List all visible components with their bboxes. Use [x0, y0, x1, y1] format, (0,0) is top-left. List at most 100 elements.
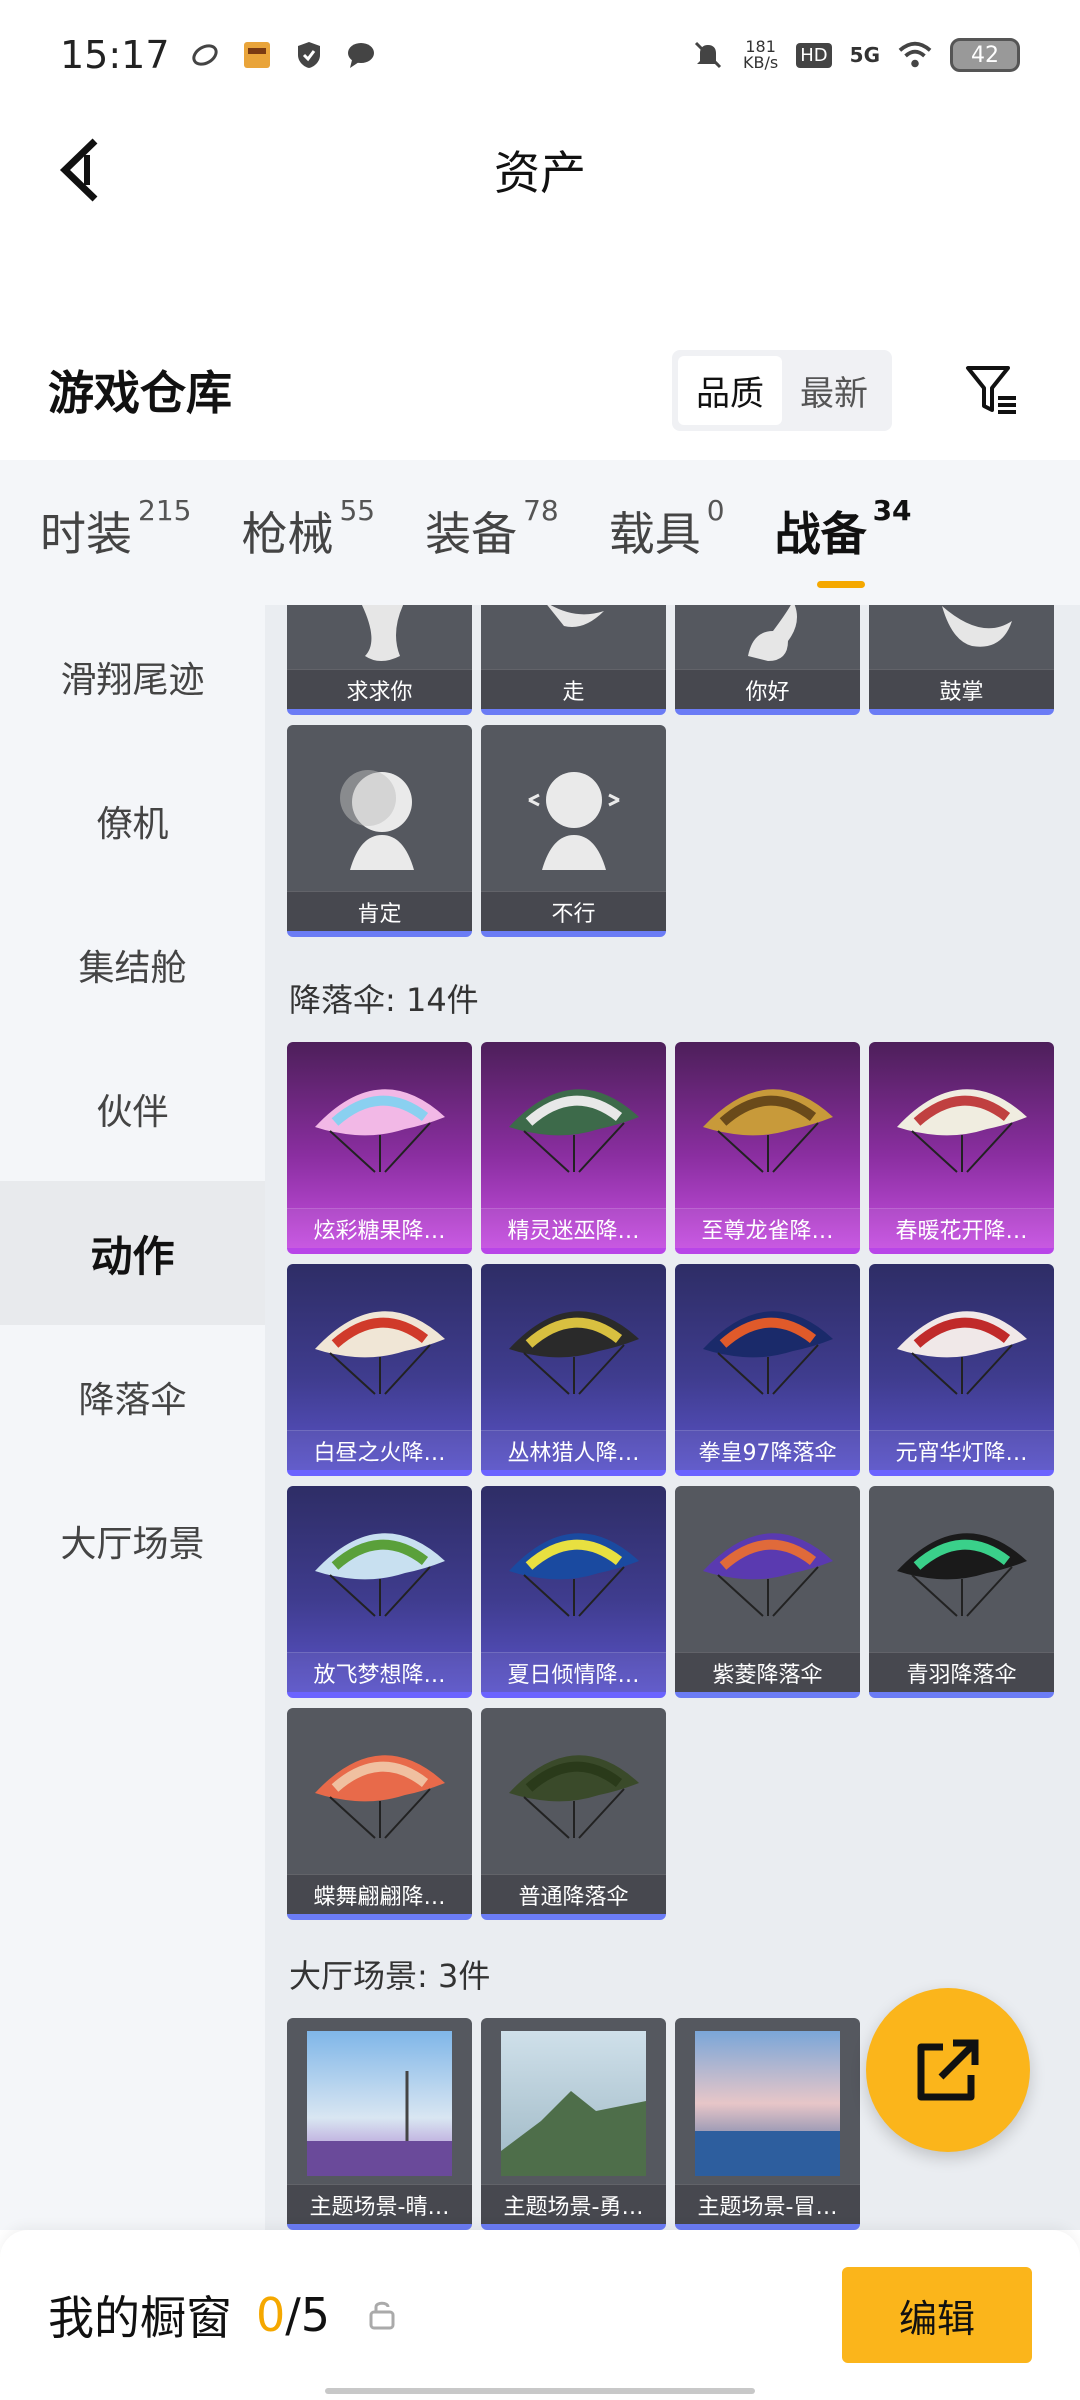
tab-weapons[interactable]: 枪械 55: [241, 494, 375, 568]
scene-thumbnail: [287, 2018, 472, 2188]
parachute-card[interactable]: 拳皇97降落伞: [675, 1264, 860, 1476]
net-speed-unit: KB/s: [743, 53, 779, 72]
emote-figure-icon: [481, 725, 666, 895]
parachute-section-title: 降落伞: 14件: [289, 981, 479, 1019]
card-label: 肯定: [287, 891, 472, 931]
emote-figure-icon: [869, 605, 1054, 674]
category-tabs: 时装 215 枪械 55 装备 78 载具 0 战备 34: [0, 460, 1080, 605]
parachute-card[interactable]: 普通降落伞: [481, 1708, 666, 1920]
status-right: 181 KB/s HD 5G 42: [691, 38, 1020, 72]
sidebar-item-emotes[interactable]: 动作: [0, 1181, 265, 1325]
tab-equipment[interactable]: 装备 78: [425, 494, 559, 568]
message-icon: [344, 38, 378, 72]
home-indicator: [325, 2388, 755, 2394]
page-header: 资产: [0, 110, 1080, 230]
card-label: 拳皇97降落伞: [675, 1430, 860, 1470]
lobby-scene-section-title: 大厅场景: 3件: [289, 1957, 491, 1995]
parachute-icon: [869, 1486, 1054, 1656]
card-label: 元宵华灯降…: [869, 1430, 1054, 1470]
back-arrow-icon: [59, 138, 98, 202]
tab-count: 34: [872, 493, 912, 527]
tab-vehicles[interactable]: 载具 0: [608, 494, 725, 568]
status-bar: 15:17 181 KB/s HD 5G 42: [0, 0, 1080, 110]
battery-indicator: 42: [950, 38, 1020, 72]
sidebar-item-assembly-pod[interactable]: 集结舱: [0, 893, 265, 1037]
sort-option-newest[interactable]: 最新: [782, 356, 886, 425]
parachute-card[interactable]: 春暖花开降…: [869, 1042, 1054, 1254]
emote-figure-icon: [287, 725, 472, 895]
emote-grid: 求求你 走 你好 鼓掌 肯定 不行: [287, 605, 1054, 937]
tab-combat-gear[interactable]: 战备 34: [775, 494, 912, 588]
tab-count: 55: [339, 493, 376, 527]
sidebar-item-companion[interactable]: 伙伴: [0, 1037, 265, 1181]
emote-card[interactable]: 求求你: [287, 605, 472, 715]
warehouse-header: 游戏仓库 品质 最新: [0, 330, 1080, 450]
parachute-card[interactable]: 蝶舞翩翩降…: [287, 1708, 472, 1920]
share-button[interactable]: [866, 1988, 1030, 2152]
back-button[interactable]: [40, 130, 120, 210]
game-app-icon: [240, 38, 274, 72]
parachute-icon: [869, 1042, 1054, 1212]
showcase-current: 0: [256, 2288, 286, 2342]
parachute-icon: [287, 1042, 472, 1212]
parachute-card[interactable]: 青羽降落伞: [869, 1486, 1054, 1698]
tab-label: 时装: [40, 506, 132, 561]
lobby-scene-card[interactable]: 主题场景-冒…: [675, 2018, 860, 2230]
tab-label: 枪械: [241, 506, 334, 561]
showcase-title: 我的橱窗: [48, 2291, 232, 2345]
parachute-card[interactable]: 至尊龙雀降…: [675, 1042, 860, 1254]
card-label: 你好: [675, 669, 860, 709]
lobby-scene-card[interactable]: 主题场景-勇…: [481, 2018, 666, 2230]
emote-card[interactable]: 不行: [481, 725, 666, 937]
tab-label: 载具: [608, 506, 701, 561]
warehouse-title: 游戏仓库: [48, 366, 232, 420]
parachute-card[interactable]: 丛林猎人降…: [481, 1264, 666, 1476]
emote-card[interactable]: 鼓掌: [869, 605, 1054, 715]
card-label: 青羽降落伞: [869, 1652, 1054, 1692]
emote-card[interactable]: 走: [481, 605, 666, 715]
filter-button[interactable]: [952, 350, 1032, 430]
parachute-card[interactable]: 放飞梦想降…: [287, 1486, 472, 1698]
card-label: 放飞梦想降…: [287, 1652, 472, 1692]
card-label: 普通降落伞: [481, 1874, 666, 1914]
emote-figure-icon: [481, 605, 666, 674]
parachute-card[interactable]: 夏日倾情降…: [481, 1486, 666, 1698]
parachute-card[interactable]: 元宵华灯降…: [869, 1264, 1054, 1476]
tab-fashion[interactable]: 时装 215: [40, 494, 191, 568]
edit-button[interactable]: 编辑: [842, 2267, 1032, 2363]
net-speed: 181 KB/s: [743, 39, 778, 71]
tab-count: 215: [138, 493, 192, 527]
showcase-count: 0/5: [256, 2288, 330, 2342]
parachute-card[interactable]: 紫菱降落伞: [675, 1486, 860, 1698]
status-time: 15:17: [60, 33, 170, 77]
emote-card[interactable]: 肯定: [287, 725, 472, 937]
sidebar-item-wingman[interactable]: 僚机: [0, 749, 265, 893]
emote-figure-icon: [287, 605, 472, 674]
card-label: 丛林猎人降…: [481, 1430, 666, 1470]
scene-thumbnail: [481, 2018, 666, 2188]
lobby-scene-card[interactable]: 主题场景-晴…: [287, 2018, 472, 2230]
sidebar-item-lobby-scene[interactable]: 大厅场景: [0, 1469, 265, 1613]
filter-icon: [966, 366, 1016, 414]
card-label: 求求你: [287, 669, 472, 709]
parachute-card[interactable]: 炫彩糖果降…: [287, 1042, 472, 1254]
emote-card[interactable]: 你好: [675, 605, 860, 715]
tab-count: 0: [706, 493, 725, 527]
card-label: 鼓掌: [869, 669, 1054, 709]
parachute-card[interactable]: 精灵迷巫降…: [481, 1042, 666, 1254]
parachute-icon: [675, 1042, 860, 1212]
sidebar-item-parachute[interactable]: 降落伞: [0, 1325, 265, 1469]
card-label: 不行: [481, 891, 666, 931]
scene-thumbnail: [675, 2018, 860, 2188]
parachute-icon: [287, 1708, 472, 1878]
wifi-icon: [898, 38, 932, 72]
parachute-card[interactable]: 白昼之火降…: [287, 1264, 472, 1476]
parachute-icon: [481, 1264, 666, 1434]
sidebar-item-glide-trail[interactable]: 滑翔尾迹: [0, 605, 265, 749]
parachute-icon: [869, 1264, 1054, 1434]
tab-count: 78: [523, 493, 559, 527]
hd-badge: HD: [796, 42, 832, 68]
parachute-icon: [481, 1486, 666, 1656]
card-label: 至尊龙雀降…: [675, 1208, 860, 1248]
sort-option-quality[interactable]: 品质: [678, 355, 782, 425]
